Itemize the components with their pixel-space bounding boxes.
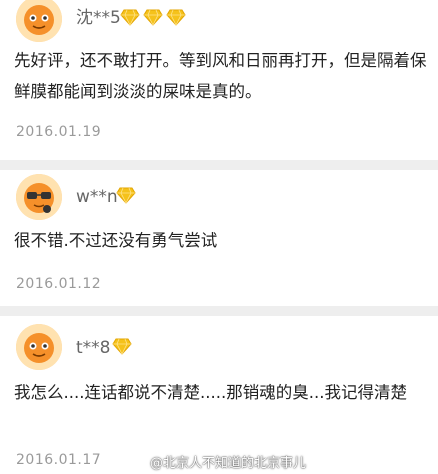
divider [0,160,438,170]
review-date: 2016.01.17 [16,452,102,468]
mascot-avatar-icon [16,0,62,42]
mascot-avatar-icon [16,324,62,370]
username[interactable]: 沈**5 [76,8,121,28]
avatar[interactable] [16,324,62,370]
avatar[interactable] [16,174,62,220]
diamond-badge-icon [112,338,132,358]
review-card: 沈**5 先好评，还不敢打开。等到风和日丽再打开，但是隔着保鲜膜都能闻到淡淡的屎… [0,0,438,160]
review-card: t**8 我怎么....连话都说不清楚.....那销魂的臭...我记得清楚 20… [0,316,438,474]
avatar[interactable] [16,0,62,42]
badge-group [116,187,136,207]
diamond-badge-icon [143,9,163,29]
badge-group [112,338,132,358]
review-date: 2016.01.19 [16,124,102,140]
diamond-badge-icon [166,9,186,29]
watermark: @北京人不知道的北京事儿 [150,456,307,471]
review-text: 很不错.不过还没有勇气尝试 [14,231,218,250]
divider [0,306,438,316]
username[interactable]: t**8 [76,338,110,358]
username[interactable]: w**n [76,187,118,207]
diamond-badge-icon [116,187,136,207]
review-text: 先好评，还不敢打开。等到风和日丽再打开，但是隔着保鲜膜都能闻到淡淡的屎味是真的。 [14,51,427,101]
mascot-glasses-avatar-icon [16,174,62,220]
badge-group [120,9,186,29]
diamond-badge-icon [120,9,140,29]
review-card: w**n 很不错.不过还没有勇气尝试 2016.01.12 [0,170,438,306]
review-date: 2016.01.12 [16,276,102,292]
review-text: 我怎么....连话都说不清楚.....那销魂的臭...我记得清楚 [14,383,407,402]
